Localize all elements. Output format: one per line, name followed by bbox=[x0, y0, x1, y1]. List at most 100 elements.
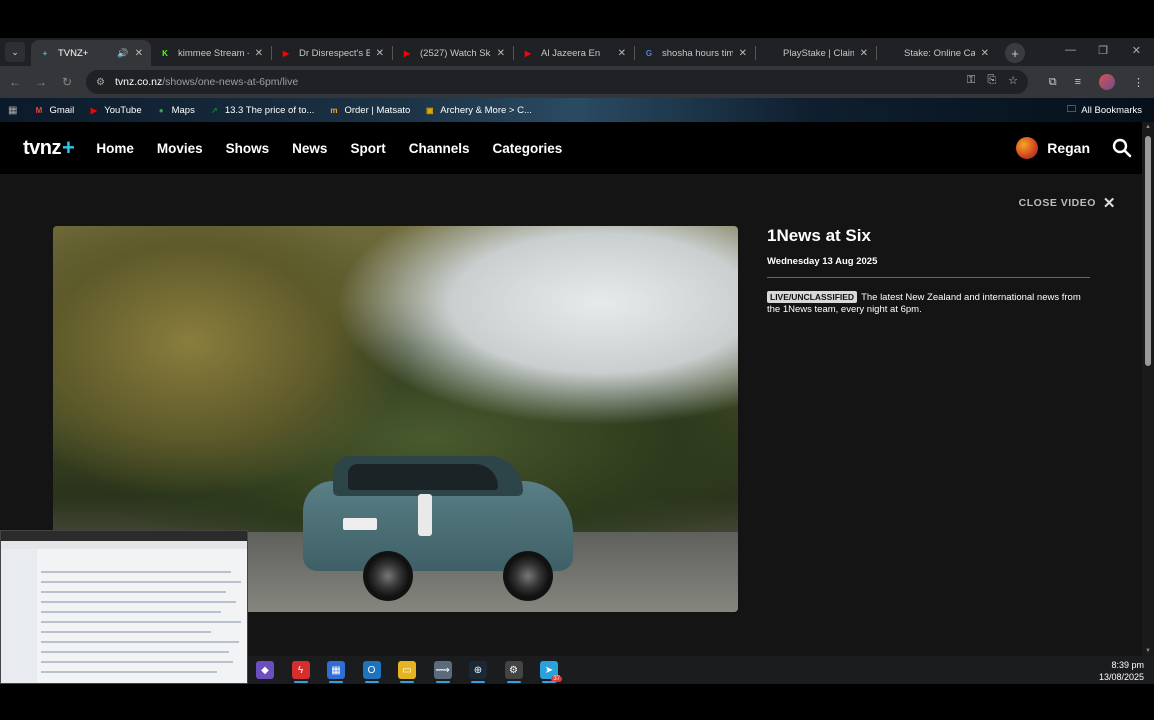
browser-tab[interactable]: S Stake: Online Cas ✕ bbox=[877, 40, 997, 66]
settings-icon[interactable]: ⚙ bbox=[504, 661, 523, 679]
tab-close-icon[interactable]: ✕ bbox=[860, 48, 868, 59]
restore-icon[interactable]: ❐ bbox=[1098, 44, 1108, 57]
youtube-icon: ▶ bbox=[524, 48, 532, 58]
menu-icon[interactable]: ⋮ bbox=[1133, 76, 1144, 89]
close-window-icon[interactable]: ✕ bbox=[1132, 44, 1141, 57]
youtube-icon: ▶ bbox=[403, 48, 411, 58]
main-nav: Home Movies Shows News Sport Channels Ca… bbox=[96, 141, 562, 156]
tab-close-icon[interactable]: ✕ bbox=[618, 48, 626, 59]
browser-tab[interactable]: ▶ Dr Disrespect's B ✕ bbox=[272, 40, 392, 66]
flash-icon[interactable]: ϟ bbox=[291, 661, 310, 679]
back-icon[interactable]: ← bbox=[2, 75, 28, 89]
nav-channels[interactable]: Channels bbox=[409, 141, 470, 156]
google-icon: G bbox=[645, 48, 653, 58]
scroll-down-icon[interactable]: ▼ bbox=[1144, 648, 1152, 654]
show-date: Wednesday 13 Aug 2025 bbox=[767, 256, 878, 267]
profile-avatar[interactable] bbox=[1099, 74, 1115, 90]
tab-close-icon[interactable]: ✕ bbox=[497, 48, 505, 59]
minimize-icon[interactable]: — bbox=[1065, 44, 1076, 56]
running-indicator bbox=[506, 681, 521, 683]
system-clock[interactable]: 8:39 pm 13/08/2025 bbox=[1099, 659, 1144, 683]
tab-title: (2527) Watch Sk bbox=[420, 47, 491, 59]
url-input[interactable]: ⚙ tvnz.co.nz/shows/one-news-at-6pm/live … bbox=[86, 70, 1028, 94]
bookmark-item[interactable]: m Order | Matsato bbox=[328, 105, 410, 116]
tab-close-icon[interactable]: ✕ bbox=[739, 48, 747, 59]
email-window-thumbnail[interactable] bbox=[0, 530, 248, 684]
stake-icon: S bbox=[767, 48, 773, 58]
password-key-icon[interactable]: ⚿ bbox=[967, 74, 975, 87]
media-controls-icon[interactable]: ≡ bbox=[1075, 76, 1081, 88]
video-frame-car bbox=[303, 456, 573, 606]
tab-title: Stake: Online Cas bbox=[904, 47, 975, 59]
steam-icon[interactable]: ⊕ bbox=[469, 661, 487, 679]
running-indicator bbox=[293, 681, 308, 683]
nav-categories[interactable]: Categories bbox=[492, 141, 562, 156]
browser-tab[interactable]: + TVNZ+ 🔊 ✕ bbox=[31, 40, 151, 66]
all-bookmarks-button[interactable]: 🗀 All Bookmarks bbox=[1067, 102, 1142, 118]
stake-icon: S bbox=[888, 48, 894, 58]
bookmark-label: Maps bbox=[171, 104, 195, 116]
tab-close-icon[interactable]: ✕ bbox=[135, 48, 143, 59]
tab-audio-icon[interactable]: 🔊 bbox=[117, 48, 128, 59]
nav-movies[interactable]: Movies bbox=[157, 141, 203, 156]
nav-shows[interactable]: Shows bbox=[226, 141, 270, 156]
store-icon[interactable]: ▦ bbox=[327, 661, 345, 679]
running-indicator bbox=[542, 681, 556, 683]
bookmark-item[interactable]: ↗ 13.3 The price of to... bbox=[209, 105, 314, 116]
bookmark-star-icon[interactable]: ☆ bbox=[1008, 74, 1018, 87]
show-info-panel: 1News at Six Wednesday 13 Aug 2025 LIVE/… bbox=[767, 226, 1090, 316]
scrollbar-thumb[interactable] bbox=[1145, 136, 1151, 366]
browser-tab[interactable]: ▶ Al Jazeera En ✕ bbox=[514, 40, 634, 66]
bookmarks-bar: ▦ M Gmail ▶ YouTube ● Maps ↗ 13.3 The price of … bbox=[0, 98, 1154, 122]
forward-icon[interactable]: → bbox=[28, 75, 54, 89]
running-indicator bbox=[400, 681, 414, 683]
scroll-up-icon[interactable]: ▲ bbox=[1144, 124, 1152, 130]
bookmark-item[interactable]: ▶ YouTube bbox=[88, 105, 142, 116]
tab-title: Al Jazeera En bbox=[541, 47, 601, 59]
folder-icon[interactable]: ▭ bbox=[398, 661, 416, 679]
apps-grid-icon[interactable]: ▦ bbox=[8, 105, 17, 116]
browser-tab[interactable]: ▶ (2527) Watch Sk ✕ bbox=[393, 40, 513, 66]
page-scrollbar[interactable]: ▲ ▼ bbox=[1142, 122, 1154, 656]
user-name: Regan bbox=[1047, 140, 1090, 156]
tab-search-button[interactable]: ⌄ bbox=[5, 42, 25, 62]
browser-tab[interactable]: S PlayStake | Claim ✕ bbox=[756, 40, 876, 66]
youtube-icon: ▶ bbox=[282, 48, 290, 58]
app-icon[interactable]: ◆ bbox=[256, 661, 274, 679]
search-icon[interactable] bbox=[1112, 138, 1132, 158]
nav-home[interactable]: Home bbox=[96, 141, 134, 156]
logo-plus: + bbox=[62, 135, 75, 160]
link-icon[interactable]: ⟿ bbox=[433, 661, 452, 679]
tab-close-icon[interactable]: ✕ bbox=[255, 48, 263, 59]
bookmark-item[interactable]: M Gmail bbox=[33, 105, 75, 116]
tab-close-icon[interactable]: ✕ bbox=[981, 48, 989, 59]
tvnz-logo[interactable]: tvnz + bbox=[23, 135, 75, 161]
close-video-label: CLOSE VIDEO bbox=[1018, 197, 1096, 209]
close-video-button[interactable]: CLOSE VIDEO ✕ bbox=[1019, 194, 1116, 212]
site-info-icon[interactable]: ⚙ bbox=[96, 77, 105, 88]
reload-icon[interactable]: ↻ bbox=[54, 75, 80, 89]
bookmark-label: Order | Matsato bbox=[344, 104, 411, 116]
new-tab-button[interactable]: + bbox=[1005, 43, 1025, 63]
chart-icon: ↗ bbox=[210, 105, 218, 115]
extensions-icon[interactable]: ⧉ bbox=[1049, 76, 1057, 89]
screen-bottom-border bbox=[0, 684, 1154, 720]
bookmark-item[interactable]: ▣ Archery & More > C... bbox=[424, 105, 532, 116]
nav-news[interactable]: News bbox=[292, 141, 327, 156]
bookmark-item[interactable]: ● Maps bbox=[156, 105, 195, 116]
nav-sport[interactable]: Sport bbox=[350, 141, 385, 156]
install-app-icon[interactable]: ⎘ bbox=[987, 74, 996, 87]
close-icon: ✕ bbox=[1102, 195, 1116, 212]
outlook-icon[interactable]: O bbox=[362, 661, 381, 679]
running-indicator bbox=[435, 681, 450, 683]
url-host: tvnz.co.nz bbox=[114, 76, 163, 88]
youtube-icon: ▶ bbox=[90, 105, 97, 115]
browser-tab[interactable]: Kkimmee Stream - ✕ bbox=[151, 40, 271, 66]
user-profile-button[interactable]: Regan bbox=[1016, 137, 1090, 159]
clock-date: 13/08/2025 bbox=[1098, 672, 1144, 682]
tab-close-icon[interactable]: ✕ bbox=[376, 48, 384, 59]
browser-tab[interactable]: Gshosha hours tim ✕ bbox=[635, 40, 755, 66]
logo-text: tvnz bbox=[23, 136, 62, 159]
telegram-icon[interactable]: ➤ 37 bbox=[540, 661, 562, 682]
clock-time: 8:39 pm bbox=[1111, 660, 1144, 670]
